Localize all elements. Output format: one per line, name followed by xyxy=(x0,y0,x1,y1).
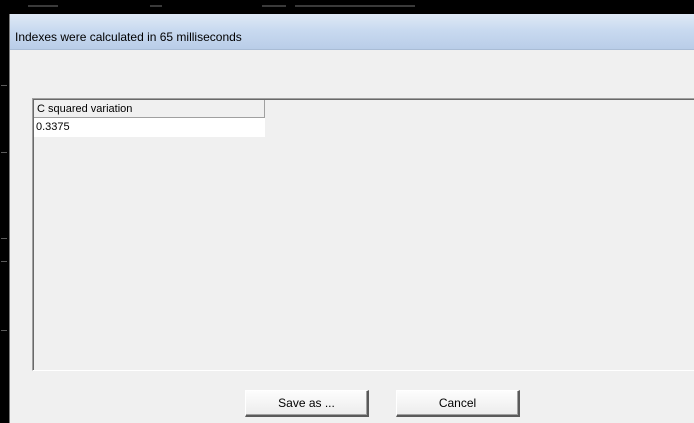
column-header-c-squared-variation[interactable]: C squared variation xyxy=(34,100,265,118)
background-fragment xyxy=(262,5,286,7)
column-header-label: C squared variation xyxy=(37,103,133,115)
background-fragment xyxy=(1,261,7,262)
background-fragment xyxy=(150,5,162,7)
c-squared-variation-value: 0.3375 xyxy=(36,121,70,133)
background-fragment xyxy=(1,152,7,153)
background-fragment xyxy=(28,5,58,7)
results-list-inner: C squared variation 0.3375 xyxy=(33,99,694,370)
save-as-button[interactable]: Save as ... xyxy=(245,390,369,417)
list-item[interactable]: 0.3375 xyxy=(34,118,265,137)
background-fragment xyxy=(295,5,415,7)
results-list[interactable]: C squared variation 0.3375 xyxy=(32,98,694,371)
background-fragment xyxy=(1,330,7,331)
background-window-left-edge xyxy=(0,0,9,423)
dialog-titlebar[interactable]: Indexes were calculated in 65 millisecon… xyxy=(10,14,694,50)
background-fragment xyxy=(1,85,7,86)
results-dialog: Indexes were calculated in 65 millisecon… xyxy=(9,14,694,423)
dialog-title: Indexes were calculated in 65 millisecon… xyxy=(15,30,242,44)
background-fragment xyxy=(1,238,7,239)
cancel-button[interactable]: Cancel xyxy=(396,390,520,417)
background-window-top-strip xyxy=(0,0,694,14)
